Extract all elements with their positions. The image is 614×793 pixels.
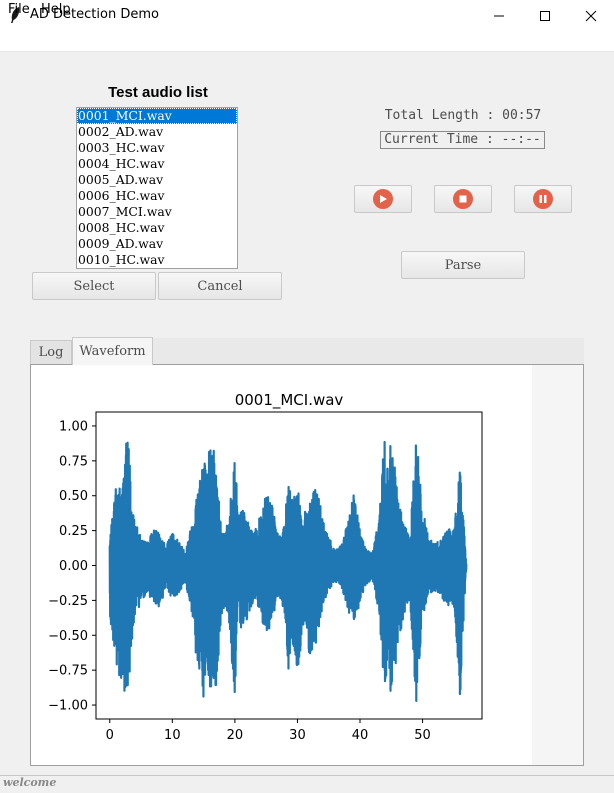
stop-button[interactable] [434, 185, 492, 213]
minimize-icon [494, 15, 504, 16]
total-length-label: Total Length : 00:57 [384, 108, 542, 123]
audio-listbox[interactable]: 0001_MCI.wav 0002_AD.wav 0003_HC.wav 000… [76, 107, 238, 269]
x-tick-label: 10 [164, 728, 181, 743]
pause-icon [533, 189, 553, 209]
parse-button[interactable]: Parse [401, 251, 525, 279]
waveform-series [108, 440, 468, 702]
y-tick-label: −1.00 [48, 699, 88, 714]
tab-log[interactable]: Log [30, 340, 72, 364]
y-tick-label: 0.00 [59, 559, 88, 574]
play-button[interactable] [354, 185, 412, 213]
status-bar [0, 775, 614, 793]
y-tick-label: 0.75 [59, 454, 88, 469]
waveform-line [108, 440, 468, 702]
x-tick-label: 30 [289, 728, 306, 743]
list-item[interactable]: 0006_HC.wav [77, 188, 237, 204]
menu-bar [0, 31, 614, 52]
close-button[interactable] [568, 0, 614, 31]
list-item[interactable]: 0005_AD.wav [77, 172, 237, 188]
select-button[interactable]: Select [32, 272, 156, 300]
x-tick-label: 40 [352, 728, 369, 743]
pause-button[interactable] [514, 185, 572, 213]
tab-strip [153, 338, 584, 364]
minimize-button[interactable] [476, 0, 522, 31]
menu-help[interactable]: Help [41, 2, 71, 17]
status-text: welcome [3, 776, 57, 789]
current-time-label: Current Time : --:-- [380, 131, 545, 149]
maximize-icon [540, 10, 550, 21]
y-tick-label: −0.75 [48, 664, 88, 679]
y-axis: 1.00 0.75 0.50 0.25 0.00 −0.25 −0.50 −0.75 −1.00 [48, 419, 96, 714]
x-axis: 0 10 20 30 40 50 [106, 719, 431, 743]
y-tick-label: 0.50 [59, 489, 88, 504]
play-icon [373, 189, 393, 209]
x-tick-label: 20 [227, 728, 244, 743]
tab-waveform[interactable]: Waveform [72, 337, 153, 365]
list-item[interactable]: 0001_MCI.wav [77, 108, 237, 124]
list-item[interactable]: 0010_HC.wav [77, 252, 237, 268]
maximize-button[interactable] [522, 0, 568, 31]
y-tick-label: 0.25 [59, 524, 88, 539]
audio-list-title: Test audio list [108, 84, 208, 101]
stop-icon [453, 189, 473, 209]
close-icon [585, 10, 597, 21]
x-tick-label: 0 [106, 728, 114, 743]
list-item[interactable]: 0004_HC.wav [77, 156, 237, 172]
y-tick-label: 1.00 [59, 419, 88, 434]
list-item[interactable]: 0003_HC.wav [77, 140, 237, 156]
list-item[interactable]: 0008_HC.wav [77, 220, 237, 236]
chart-title: 0001_MCI.wav [235, 391, 344, 410]
y-tick-label: −0.50 [48, 629, 88, 644]
cancel-button[interactable]: Cancel [158, 272, 282, 300]
menu-file[interactable]: File [8, 2, 30, 17]
list-item[interactable]: 0007_MCI.wav [77, 204, 237, 220]
list-item[interactable]: 0009_AD.wav [77, 236, 237, 252]
x-tick-label: 50 [414, 728, 431, 743]
waveform-chart: 0001_MCI.wav 1.00 0.75 0.50 0.25 0.00 −0.25 −0… [48, 391, 483, 743]
y-tick-label: −0.25 [48, 594, 88, 609]
list-item[interactable]: 0002_AD.wav [77, 124, 237, 140]
